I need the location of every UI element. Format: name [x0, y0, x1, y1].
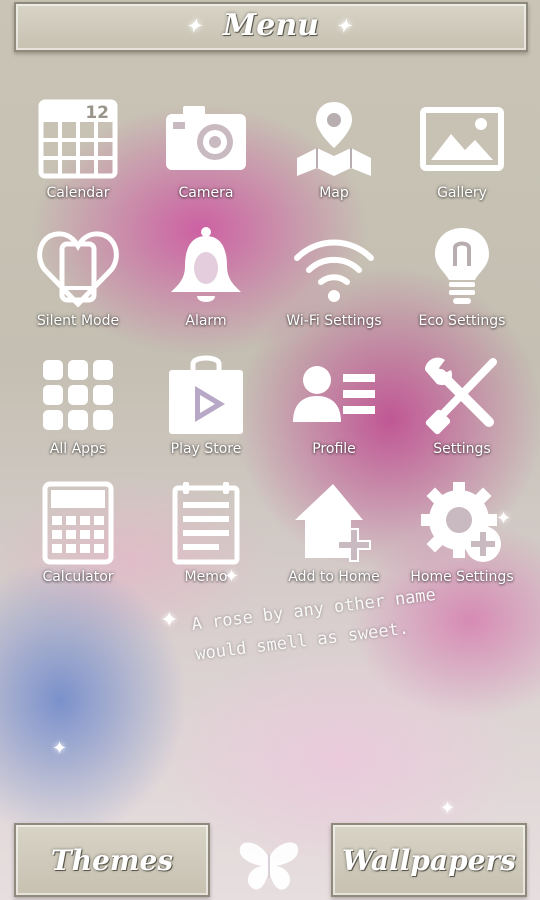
app-play-store[interactable]: Play Store [142, 352, 270, 480]
sparkle-icon: ✦ [496, 508, 512, 529]
app-calendar[interactable]: 12 Calendar [14, 96, 142, 224]
app-all-apps[interactable]: All Apps [14, 352, 142, 480]
play-store-bag-icon [163, 352, 249, 438]
add-to-home-icon [291, 480, 377, 566]
app-label: Profile [312, 441, 356, 457]
map-icon [291, 96, 377, 182]
themes-label: Themes [50, 844, 174, 877]
wrench-screwdriver-icon [419, 352, 505, 438]
profile-card-icon [291, 352, 377, 438]
home-settings-gear-icon [419, 480, 505, 566]
wallpapers-label: Wallpapers [341, 844, 517, 877]
app-settings[interactable]: Settings [398, 352, 526, 480]
app-calculator[interactable]: Calculator [14, 480, 142, 608]
app-label: Calculator [42, 569, 114, 585]
lightbulb-icon [419, 224, 505, 310]
calendar-icon: 12 [35, 96, 121, 182]
sparkle-icon: ✦ [52, 738, 68, 759]
app-label: Memo [184, 569, 228, 585]
calculator-icon [35, 480, 121, 566]
app-label: Camera [178, 185, 234, 201]
app-profile[interactable]: Profile [270, 352, 398, 480]
svg-text:12: 12 [85, 103, 109, 123]
app-label: Add to Home [288, 569, 380, 585]
app-wifi-settings[interactable]: Wi-Fi Settings [270, 224, 398, 352]
app-label: All Apps [49, 441, 107, 457]
sparkle-icon: ✦ [440, 798, 456, 819]
wallpapers-button[interactable]: Wallpapers [331, 823, 527, 897]
menu-title: Menu [223, 8, 319, 43]
sparkle-icon: ✦ [160, 608, 179, 633]
app-gallery[interactable]: Gallery [398, 96, 526, 224]
app-label: Silent Mode [36, 313, 120, 329]
app-label: Map [319, 185, 349, 201]
app-label: Gallery [437, 185, 487, 201]
app-camera[interactable]: Camera [142, 96, 270, 224]
sparkle-icon: ✦ [336, 16, 352, 37]
sparkle-icon: ✦ [224, 566, 240, 587]
themes-button[interactable]: Themes [14, 823, 210, 897]
app-map[interactable]: Map [270, 96, 398, 224]
memo-notepad-icon [163, 480, 249, 566]
app-silent-mode[interactable]: Silent Mode [14, 224, 142, 352]
alarm-bell-icon [163, 224, 249, 310]
app-alarm[interactable]: Alarm [142, 224, 270, 352]
app-label: Settings [433, 441, 491, 457]
camera-icon [163, 96, 249, 182]
wifi-icon [291, 224, 377, 310]
app-label: Alarm [185, 313, 227, 329]
app-memo[interactable]: Memo [142, 480, 270, 608]
sparkle-icon: ✦ [186, 16, 202, 37]
app-label: Eco Settings [418, 313, 506, 329]
menu-header-bar[interactable]: ✦ Menu ✦ [14, 2, 528, 52]
all-apps-grid-icon [35, 352, 121, 438]
app-eco-settings[interactable]: Eco Settings [398, 224, 526, 352]
gallery-icon [419, 96, 505, 182]
app-label: Calendar [46, 185, 110, 201]
app-label: Play Store [170, 441, 242, 457]
butterfly-icon[interactable] [236, 838, 302, 894]
app-label: Wi-Fi Settings [286, 313, 382, 329]
silent-mode-icon [35, 224, 121, 310]
